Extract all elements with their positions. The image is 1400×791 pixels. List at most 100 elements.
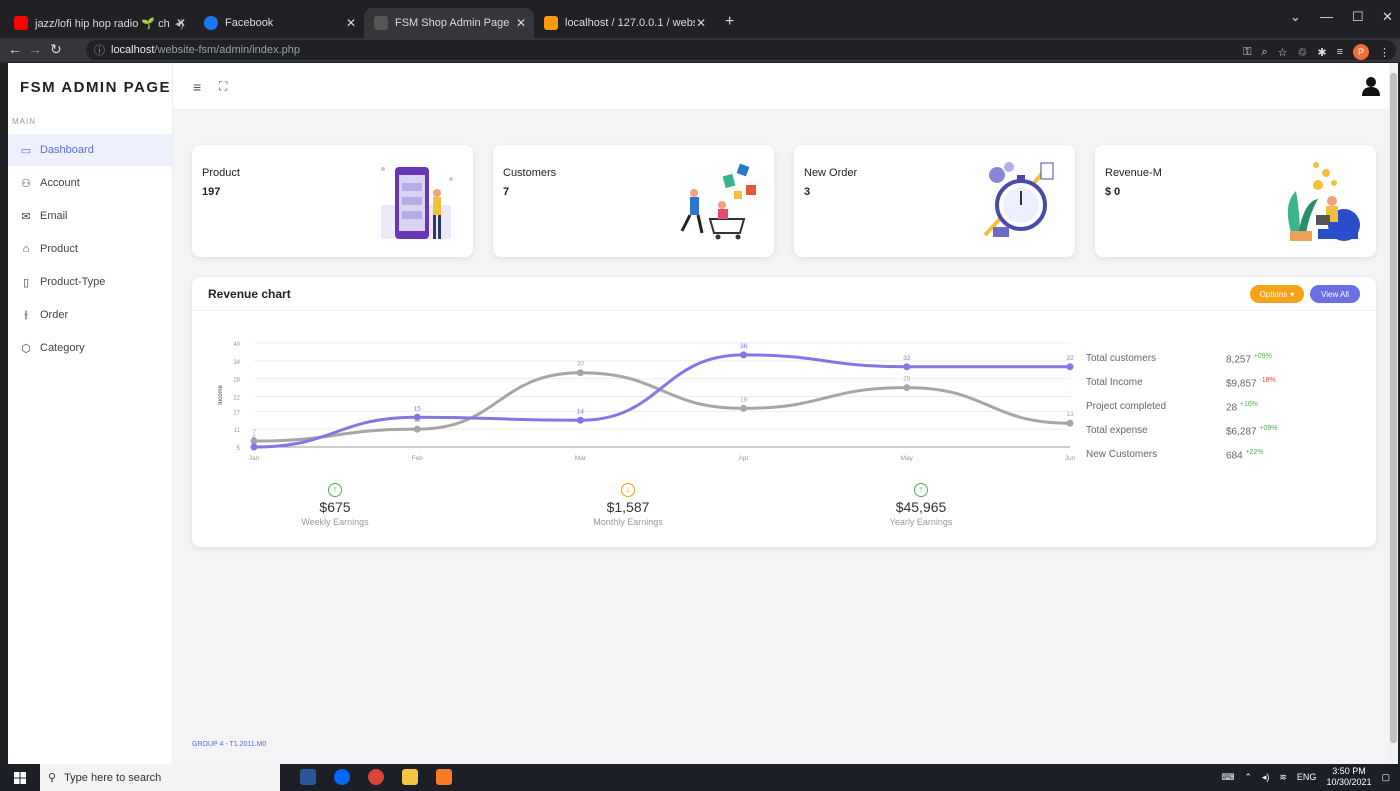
- card-customers[interactable]: Customers 7: [493, 145, 774, 257]
- x-tick-label: May: [901, 455, 914, 462]
- data-label: 13: [1066, 411, 1074, 418]
- close-tab-icon[interactable]: ✕: [696, 16, 706, 30]
- data-label: 32: [1066, 355, 1074, 362]
- options-button[interactable]: Options ▾: [1250, 285, 1304, 303]
- hamburger-menu-icon[interactable]: ≡: [193, 79, 201, 95]
- panel-title: Revenue chart: [208, 287, 291, 301]
- admin-app: FSM ADMIN PAGE MAIN ▭ Dashboard ⚇ Accoun…: [8, 63, 1398, 764]
- tab-phpmyadmin[interactable]: localhost / 127.0.0.1 / websitefsm ✕: [534, 8, 714, 38]
- view-all-button[interactable]: View All: [1310, 285, 1360, 303]
- minimize-icon[interactable]: —: [1320, 9, 1333, 24]
- y-tick-label: 22: [233, 395, 240, 401]
- wifi-icon[interactable]: ≋: [1279, 772, 1287, 783]
- sidebar-item-product[interactable]: ⌂ Product: [8, 233, 172, 265]
- data-point: [576, 416, 584, 424]
- chevron-up-icon[interactable]: ⌃: [1244, 772, 1252, 783]
- forward-icon[interactable]: →: [28, 41, 42, 57]
- data-label: 18: [740, 396, 748, 403]
- tab-facebook[interactable]: Facebook ✕: [194, 8, 364, 38]
- yearly-earnings: ↑ $45,965 Yearly Earnings: [889, 483, 953, 527]
- taskbar-search[interactable]: ⚲ Type here to search: [40, 764, 280, 791]
- menu-dots-icon[interactable]: ⋮: [1379, 46, 1390, 59]
- tab-fsm-admin[interactable]: FSM Shop Admin Page ✕: [364, 8, 534, 38]
- url-field[interactable]: ⓘ localhost /website-fsm/admin/index.php…: [86, 40, 1396, 60]
- fullscreen-icon[interactable]: ⛶: [219, 79, 227, 94]
- y-tick-label: 17: [233, 410, 240, 416]
- data-label: 30: [577, 361, 585, 368]
- caret-down-icon: ▾: [1290, 289, 1295, 299]
- zalo-icon[interactable]: [334, 769, 350, 785]
- keyboard-icon[interactable]: ⌨: [1221, 772, 1234, 783]
- y-tick-label: 28: [233, 378, 240, 384]
- reload-icon[interactable]: ↻: [50, 41, 62, 58]
- data-label: 14: [577, 408, 585, 415]
- monthly-earnings: ↓ $1,587 Monthly Earnings: [593, 483, 663, 527]
- info-icon: ⓘ: [94, 45, 105, 57]
- data-point: [413, 425, 421, 433]
- stat-row: Total expense $6,287 +09%: [1086, 425, 1278, 438]
- sidebar-item-product-type[interactable]: ▯ Product-Type: [8, 266, 172, 298]
- xampp-icon[interactable]: [436, 769, 452, 785]
- card-revenue-m[interactable]: Revenue-M $ 0: [1095, 145, 1376, 257]
- close-tab-icon[interactable]: ✕: [516, 16, 526, 30]
- data-label: 32: [903, 355, 911, 362]
- user-avatar-icon[interactable]: [1362, 76, 1380, 96]
- zoom-icon[interactable]: ⌕: [1261, 46, 1267, 59]
- data-label: 36: [740, 343, 748, 350]
- weekly-earnings: ↑ $675 Weekly Earnings: [301, 483, 369, 527]
- maximize-icon[interactable]: ☐: [1352, 9, 1364, 25]
- close-window-icon[interactable]: ✕: [1382, 9, 1393, 25]
- panel-divider: [192, 310, 1376, 311]
- y-tick-label: 34: [233, 360, 240, 366]
- arrow-up-icon: ↑: [914, 483, 928, 497]
- clock[interactable]: 3:50 PM 10/30/2021: [1326, 766, 1371, 788]
- sidebar-item-category[interactable]: ⬡ Category: [8, 332, 172, 364]
- data-label: 15: [414, 405, 422, 412]
- stat-row: Total customers 8,257 +09%: [1086, 353, 1272, 366]
- data-point: [903, 384, 911, 392]
- notification-icon[interactable]: ▢: [1381, 772, 1390, 783]
- sliders-icon: ⫲: [24, 308, 28, 321]
- chevron-down-icon[interactable]: ⌄: [1290, 9, 1301, 25]
- series-line: [253, 353, 1070, 449]
- stat-row: Total Income $9,857 -18%: [1086, 377, 1276, 390]
- data-point: [903, 363, 911, 371]
- scrollbar[interactable]: [1389, 63, 1398, 764]
- card-new-order[interactable]: New Order 3: [794, 145, 1075, 257]
- extension-icon[interactable]: ♲: [1297, 46, 1307, 59]
- revenue-chart-panel: Revenue chart Options ▾ View All 5 11 17 22…: [192, 277, 1376, 547]
- close-tab-icon[interactable]: ✕: [176, 16, 186, 30]
- system-tray: ⌨ ⌃ ◂) ≋ ENG 3:50 PM 10/30/2021 ▢: [1221, 766, 1390, 788]
- chrome-icon[interactable]: [368, 769, 384, 785]
- volume-icon[interactable]: ◂): [1262, 772, 1270, 783]
- profile-avatar[interactable]: P: [1353, 44, 1369, 60]
- file-explorer-icon[interactable]: [402, 769, 418, 785]
- sidebar-item-account[interactable]: ⚇ Account: [8, 167, 172, 199]
- sidebar-item-order[interactable]: ⫲ Order: [8, 299, 172, 331]
- top-bar: ≡ ⛶: [173, 63, 1398, 110]
- language-indicator[interactable]: ENG: [1297, 772, 1317, 782]
- windows-taskbar: ⚲ Type here to search ⌨ ⌃ ◂) ≋ ENG 3:50 …: [0, 764, 1400, 791]
- playlist-icon[interactable]: ≡: [1337, 46, 1343, 58]
- tab-youtube[interactable]: jazz/lofi hip hop radio 🌱 chil ◂) ✕: [4, 8, 194, 38]
- data-point: [250, 443, 258, 451]
- windows-start-icon[interactable]: [14, 772, 26, 784]
- data-label: 25: [903, 376, 911, 383]
- scrollbar-thumb[interactable]: [1390, 73, 1397, 743]
- key-icon[interactable]: ⚿: [1243, 46, 1251, 59]
- sidebar-item-dashboard[interactable]: ▭ Dashboard: [8, 134, 172, 166]
- browser-tab-strip: jazz/lofi hip hop radio 🌱 chil ◂) ✕ Face…: [0, 0, 1400, 38]
- clipboard-icon: ▯: [22, 276, 30, 289]
- data-point: [740, 404, 748, 412]
- back-icon[interactable]: ←: [8, 41, 22, 57]
- y-tick-label: 11: [234, 428, 241, 434]
- sidebar-item-email[interactable]: ✉ Email: [8, 200, 172, 232]
- new-tab-icon[interactable]: +: [725, 13, 734, 31]
- puzzle-icon[interactable]: ✱: [1317, 46, 1326, 59]
- word-icon[interactable]: [300, 769, 316, 785]
- brand-title[interactable]: FSM ADMIN PAGE: [8, 63, 172, 111]
- card-product[interactable]: Product 197: [192, 145, 473, 257]
- close-tab-icon[interactable]: ✕: [346, 16, 356, 30]
- star-icon[interactable]: ☆: [1278, 46, 1288, 59]
- page-icon: [374, 16, 388, 30]
